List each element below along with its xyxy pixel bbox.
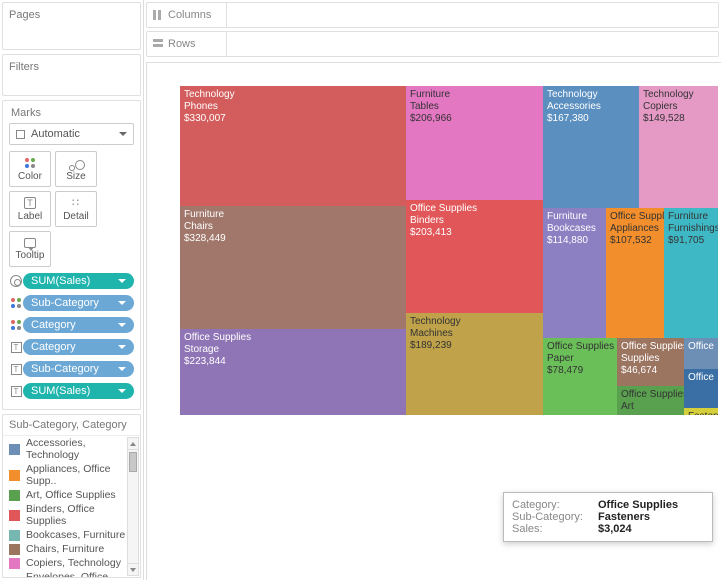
legend-item[interactable]: Chairs, Furniture (3, 542, 140, 556)
marks-size-button[interactable]: Size (55, 151, 97, 187)
pages-shelf[interactable]: Pages (2, 2, 141, 50)
marks-label: Marks (7, 107, 136, 123)
treemap-cell[interactable]: FurnitureBookcases$114,880 (543, 208, 606, 338)
chevron-down-icon (118, 279, 126, 283)
legend-items: Accessories, TechnologyAppliances, Offic… (3, 436, 140, 577)
pill-category[interactable]: Category (23, 339, 134, 355)
treemap-cell[interactable]: Office (684, 338, 718, 369)
chevron-down-icon (118, 301, 126, 305)
tooltip-popup: Category:Office Supplies Sub-Category:Fa… (503, 492, 713, 542)
mark-button-grid: Color Size TLabel ∷Detail Tooltip (7, 149, 136, 269)
treemap-cell[interactable]: FurnitureFurnishings$91,705 (664, 208, 718, 338)
shelves: Columns Rows (144, 0, 721, 62)
treemap-cell[interactable]: Office SuppliesBinders$203,413 (406, 200, 543, 313)
pill-sub-category[interactable]: Sub-Category (23, 295, 134, 311)
treemap-cell[interactable]: TechnologyCopiers$149,528 (639, 86, 718, 208)
treemap-cell[interactable]: Office (684, 369, 718, 408)
legend-swatch (9, 470, 20, 481)
legend-item[interactable]: Appliances, Office Supp.. (3, 462, 140, 488)
scroll-down-icon[interactable] (128, 563, 138, 575)
chevron-down-icon (119, 132, 127, 136)
treemap-cell[interactable]: Office SuppliesPaper$78,479 (543, 338, 617, 415)
treemap-cell[interactable]: Office SuppliesStorage$223,844 (180, 329, 406, 415)
legend-item[interactable]: Art, Office Supplies (3, 488, 140, 502)
treemap-cell[interactable]: FurnitureTables$206,966 (406, 86, 543, 200)
color-icon (24, 157, 36, 169)
marks-detail-button[interactable]: ∷Detail (55, 191, 97, 227)
text-icon: T (11, 364, 22, 375)
sidebar: Pages Filters Marks Automatic Color Size… (0, 0, 144, 580)
legend-title: Sub-Category, Category (3, 415, 140, 436)
pill-sub-category[interactable]: Sub-Category (23, 361, 134, 377)
marks-card: Marks Automatic Color Size TLabel ∷Detai… (2, 100, 141, 410)
marks-label-button[interactable]: TLabel (9, 191, 51, 227)
legend-item[interactable]: Binders, Office Supplies (3, 502, 140, 528)
marks-color-button[interactable]: Color (9, 151, 51, 187)
scroll-up-icon[interactable] (128, 438, 138, 450)
treemap-cell[interactable]: Office SuppliesAppliances$107,532 (606, 208, 664, 338)
legend-item[interactable]: Accessories, Technology (3, 436, 140, 462)
legend-item[interactable]: Bookcases, Furniture (3, 528, 140, 542)
chevron-down-icon (118, 367, 126, 371)
tooltip-icon (24, 238, 36, 248)
legend-scrollbar[interactable] (127, 437, 139, 576)
marks-tooltip-button[interactable]: Tooltip (9, 231, 51, 267)
treemap-cell[interactable]: Office SuppliesSupplies$46,674 (617, 338, 684, 386)
legend-swatch (9, 558, 20, 569)
legend-swatch (9, 490, 20, 501)
mark-type-value: Automatic (31, 128, 80, 140)
columns-shelf-body[interactable] (227, 3, 718, 27)
filters-shelf[interactable]: Filters (2, 54, 141, 96)
pill-category[interactable]: Category (23, 317, 134, 333)
treemap-cell[interactable]: TechnologyAccessories$167,380 (543, 86, 639, 208)
color-legend: Sub-Category, Category Accessories, Tech… (2, 414, 141, 578)
rows-shelf-body[interactable] (227, 32, 718, 56)
marks-pill-list: SUM(Sales)Sub-CategoryCategoryTCategoryT… (7, 269, 136, 401)
legend-swatch (9, 544, 20, 555)
viz-canvas[interactable]: TechnologyPhones$330,007FurnitureChairs$… (144, 62, 721, 580)
treemap-cell[interactable]: FurnitureChairs$328,449 (180, 206, 406, 329)
chevron-down-icon (118, 345, 126, 349)
color-icon (10, 297, 22, 309)
rows-shelf[interactable]: Rows (146, 31, 719, 57)
mark-type-dropdown[interactable]: Automatic (9, 123, 134, 145)
pill-sum-sales-[interactable]: SUM(Sales) (23, 383, 134, 399)
text-icon: T (11, 342, 22, 353)
label-icon: T (24, 197, 36, 209)
legend-swatch (9, 530, 20, 541)
columns-icon (153, 10, 163, 20)
legend-item[interactable]: Envelopes, Office Suppl.. (3, 570, 140, 577)
legend-swatch (9, 444, 20, 455)
columns-shelf[interactable]: Columns (146, 2, 719, 28)
treemap-cell[interactable]: Office SuppliesArt (617, 386, 684, 415)
treemap-cell[interactable]: TechnologyMachines$189,239 (406, 313, 543, 415)
size-icon (69, 157, 83, 169)
legend-swatch (9, 510, 20, 521)
filters-label: Filters (9, 61, 134, 73)
rows-icon (153, 39, 163, 49)
legend-item[interactable]: Copiers, Technology (3, 556, 140, 570)
chevron-down-icon (118, 323, 126, 327)
treemap-cell[interactable]: Fasteners$3,024 (684, 408, 718, 415)
pill-sum-sales-[interactable]: SUM(Sales) (23, 273, 134, 289)
text-icon: T (11, 386, 22, 397)
square-icon (16, 130, 25, 139)
detail-icon: ∷ (72, 196, 80, 209)
legend-scroll-thumb[interactable] (129, 452, 137, 472)
chevron-down-icon (118, 389, 126, 393)
swirl-icon (10, 275, 22, 287)
treemap-cell[interactable]: TechnologyPhones$330,007 (180, 86, 406, 206)
main-area: Columns Rows TechnologyPhones$330,007Fur… (144, 0, 721, 580)
color-icon (10, 319, 22, 331)
pages-label: Pages (9, 9, 134, 21)
